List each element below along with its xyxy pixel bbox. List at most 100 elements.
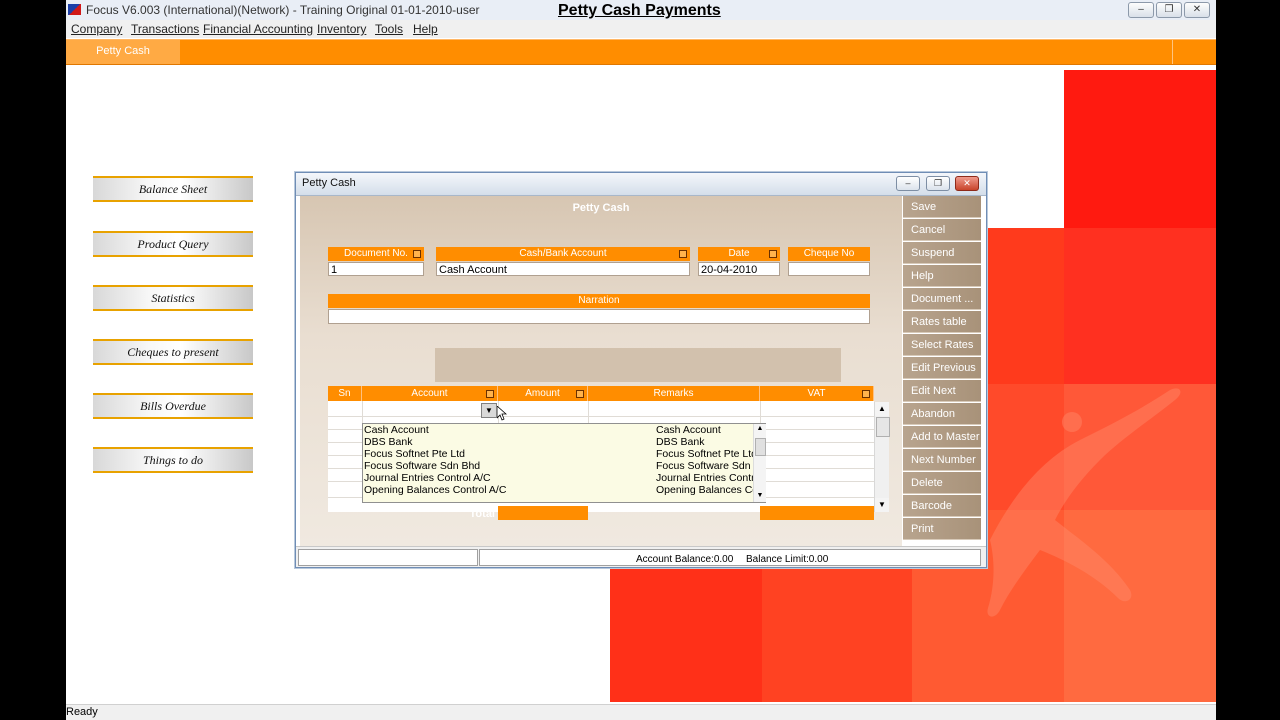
dialog-title: Petty Cash <box>302 177 356 189</box>
dropdown-item-code[interactable]: DBS Bank <box>656 436 753 448</box>
shortcut-balance-sheet[interactable]: Balance Sheet <box>93 176 253 202</box>
shortcut-things-to-do[interactable]: Things to do <box>93 447 253 473</box>
barcode-button[interactable]: Barcode <box>903 495 981 517</box>
document-button[interactable]: Document ... <box>903 288 981 310</box>
column-header-amount: Amount <box>498 386 588 401</box>
document-no-label: Document No. <box>328 247 424 261</box>
dropdown-item-code[interactable]: Focus Software Sdn B <box>656 460 753 472</box>
minimize-icon[interactable]: – <box>1128 2 1154 18</box>
delete-button[interactable]: Delete <box>903 472 981 494</box>
petty-cash-dialog: Petty Cash – ❐ ✕ Petty Cash Document No.… <box>295 172 987 568</box>
menu-financial-accounting[interactable]: Financial Accounting <box>203 22 313 36</box>
cash-bank-lookup-icon[interactable] <box>679 250 687 258</box>
title-bar: Focus V6.003 (International)(Network) - … <box>66 0 1216 21</box>
menu-company[interactable]: Company <box>71 22 122 36</box>
focus-app-icon <box>68 4 81 15</box>
amount-lookup-icon[interactable] <box>576 390 584 398</box>
save-button[interactable]: Save <box>903 196 981 218</box>
grid-scroll-thumb[interactable] <box>876 417 890 437</box>
shortcut-cheques-to-present[interactable]: Cheques to present <box>93 339 253 365</box>
app-title: Focus V6.003 (International)(Network) - … <box>86 3 480 17</box>
info-panel <box>435 348 841 382</box>
dropdown-scroll-thumb[interactable] <box>755 438 766 456</box>
menu-transactions[interactable]: Transactions <box>131 22 199 36</box>
account-dropdown-button[interactable]: ▼ <box>481 403 497 418</box>
dropdown-item-name[interactable]: Focus Software Sdn Bhd <box>364 460 480 472</box>
account-lookup-icon[interactable] <box>486 390 494 398</box>
column-header-remarks: Remarks <box>588 386 760 401</box>
dropdown-scrollbar[interactable]: ▲ ▼ <box>753 424 766 502</box>
dropdown-item-name[interactable]: Opening Balances Control A/C <box>364 484 506 496</box>
document-no-lookup-icon[interactable] <box>413 250 421 258</box>
total-vat-box <box>760 506 874 520</box>
dropdown-item-name[interactable]: Cash Account <box>364 424 429 436</box>
status-bar: Ready <box>66 704 1216 720</box>
date-label: Date <box>698 247 780 261</box>
grid-scroll-down-icon[interactable]: ▼ <box>875 498 889 512</box>
cash-bank-account-label: Cash/Bank Account <box>436 247 690 261</box>
dropdown-scroll-down-icon[interactable]: ▼ <box>754 491 766 501</box>
next-number-button[interactable]: Next Number <box>903 449 981 471</box>
tab-bar: Petty Cash <box>66 39 1216 65</box>
print-button[interactable]: Print <box>903 518 981 540</box>
menu-help[interactable]: Help <box>413 22 438 36</box>
cancel-button[interactable]: Cancel <box>903 219 981 241</box>
cash-bank-account-input[interactable]: Cash Account <box>436 262 690 276</box>
restore-icon[interactable]: ❐ <box>1156 2 1182 18</box>
mouse-cursor-icon <box>497 406 507 421</box>
dialog-restore-icon[interactable]: ❐ <box>926 176 950 191</box>
dropdown-scroll-up-icon[interactable]: ▲ <box>754 424 766 434</box>
grid-scrollbar[interactable]: ▲ ▼ <box>874 402 890 512</box>
dialog-form-panel: Petty Cash Document No. 1 Cash/Bank Acco… <box>300 196 902 546</box>
balance-limit-text: Balance Limit:0.00 <box>746 554 829 565</box>
dropdown-item-name[interactable]: DBS Bank <box>364 436 412 448</box>
close-icon[interactable]: ✕ <box>1184 2 1210 18</box>
menu-bar: Company Transactions Financial Accountin… <box>66 20 1216 38</box>
edit-next-button[interactable]: Edit Next <box>903 380 981 402</box>
document-no-input[interactable]: 1 <box>328 262 424 276</box>
account-dropdown-list: Cash Account Cash Account DBS Bank DBS B… <box>362 423 766 503</box>
status-panel-left <box>298 549 478 566</box>
tab-divider <box>1172 40 1173 64</box>
abandon-button[interactable]: Abandon <box>903 403 981 425</box>
vat-lookup-icon[interactable] <box>862 390 870 398</box>
page-heading: Petty Cash Payments <box>558 2 721 19</box>
dropdown-item-code[interactable]: Opening Balances Cor <box>656 484 753 496</box>
date-input[interactable]: 20-04-2010 <box>698 262 780 276</box>
narration-input[interactable] <box>328 309 870 324</box>
dropdown-item-name[interactable]: Journal Entries Control A/C <box>364 472 491 484</box>
cheque-no-label: Cheque No <box>788 247 870 261</box>
add-to-master-button[interactable]: Add to Master <box>903 426 981 448</box>
suspend-button[interactable]: Suspend <box>903 242 981 264</box>
dialog-title-bar: Petty Cash – ❐ ✕ <box>296 173 986 196</box>
dropdown-item-name[interactable]: Focus Softnet Pte Ltd <box>364 448 465 460</box>
dialog-minimize-icon[interactable]: – <box>896 176 920 191</box>
cheque-no-input[interactable] <box>788 262 870 276</box>
column-header-sn: Sn <box>328 386 362 401</box>
help-button[interactable]: Help <box>903 265 981 287</box>
shortcut-bills-overdue[interactable]: Bills Overdue <box>93 393 253 419</box>
menu-inventory[interactable]: Inventory <box>317 22 366 36</box>
select-rates-button[interactable]: Select Rates <box>903 334 981 356</box>
tab-petty-cash[interactable]: Petty Cash <box>66 40 180 64</box>
grid-scroll-up-icon[interactable]: ▲ <box>875 402 889 416</box>
menu-tools[interactable]: Tools <box>375 22 403 36</box>
shortcut-statistics[interactable]: Statistics <box>93 285 253 311</box>
status-text: Ready <box>66 706 98 718</box>
status-panel-right: Account Balance:0.00 Balance Limit:0.00 <box>479 549 981 566</box>
dropdown-item-code[interactable]: Cash Account <box>656 424 753 436</box>
dropdown-item-code[interactable]: Focus Softnet Pte Ltd <box>656 448 753 460</box>
total-label: Total <box>469 508 495 520</box>
entry-grid: Sn Account Amount Remarks VAT ▼ Cash Acc… <box>328 386 874 512</box>
dialog-close-icon[interactable]: ✕ <box>955 176 979 191</box>
dialog-heading: Petty Cash <box>572 202 630 214</box>
narration-label: Narration <box>328 294 870 308</box>
account-balance-text: Account Balance:0.00 <box>636 554 734 565</box>
column-header-vat: VAT <box>760 386 874 401</box>
edit-previous-button[interactable]: Edit Previous <box>903 357 981 379</box>
shortcut-product-query[interactable]: Product Query <box>93 231 253 257</box>
dropdown-item-code[interactable]: Journal Entries Control <box>656 472 753 484</box>
date-picker-icon[interactable] <box>769 250 777 258</box>
total-amount-box <box>498 506 588 520</box>
rates-table-button[interactable]: Rates table <box>903 311 981 333</box>
